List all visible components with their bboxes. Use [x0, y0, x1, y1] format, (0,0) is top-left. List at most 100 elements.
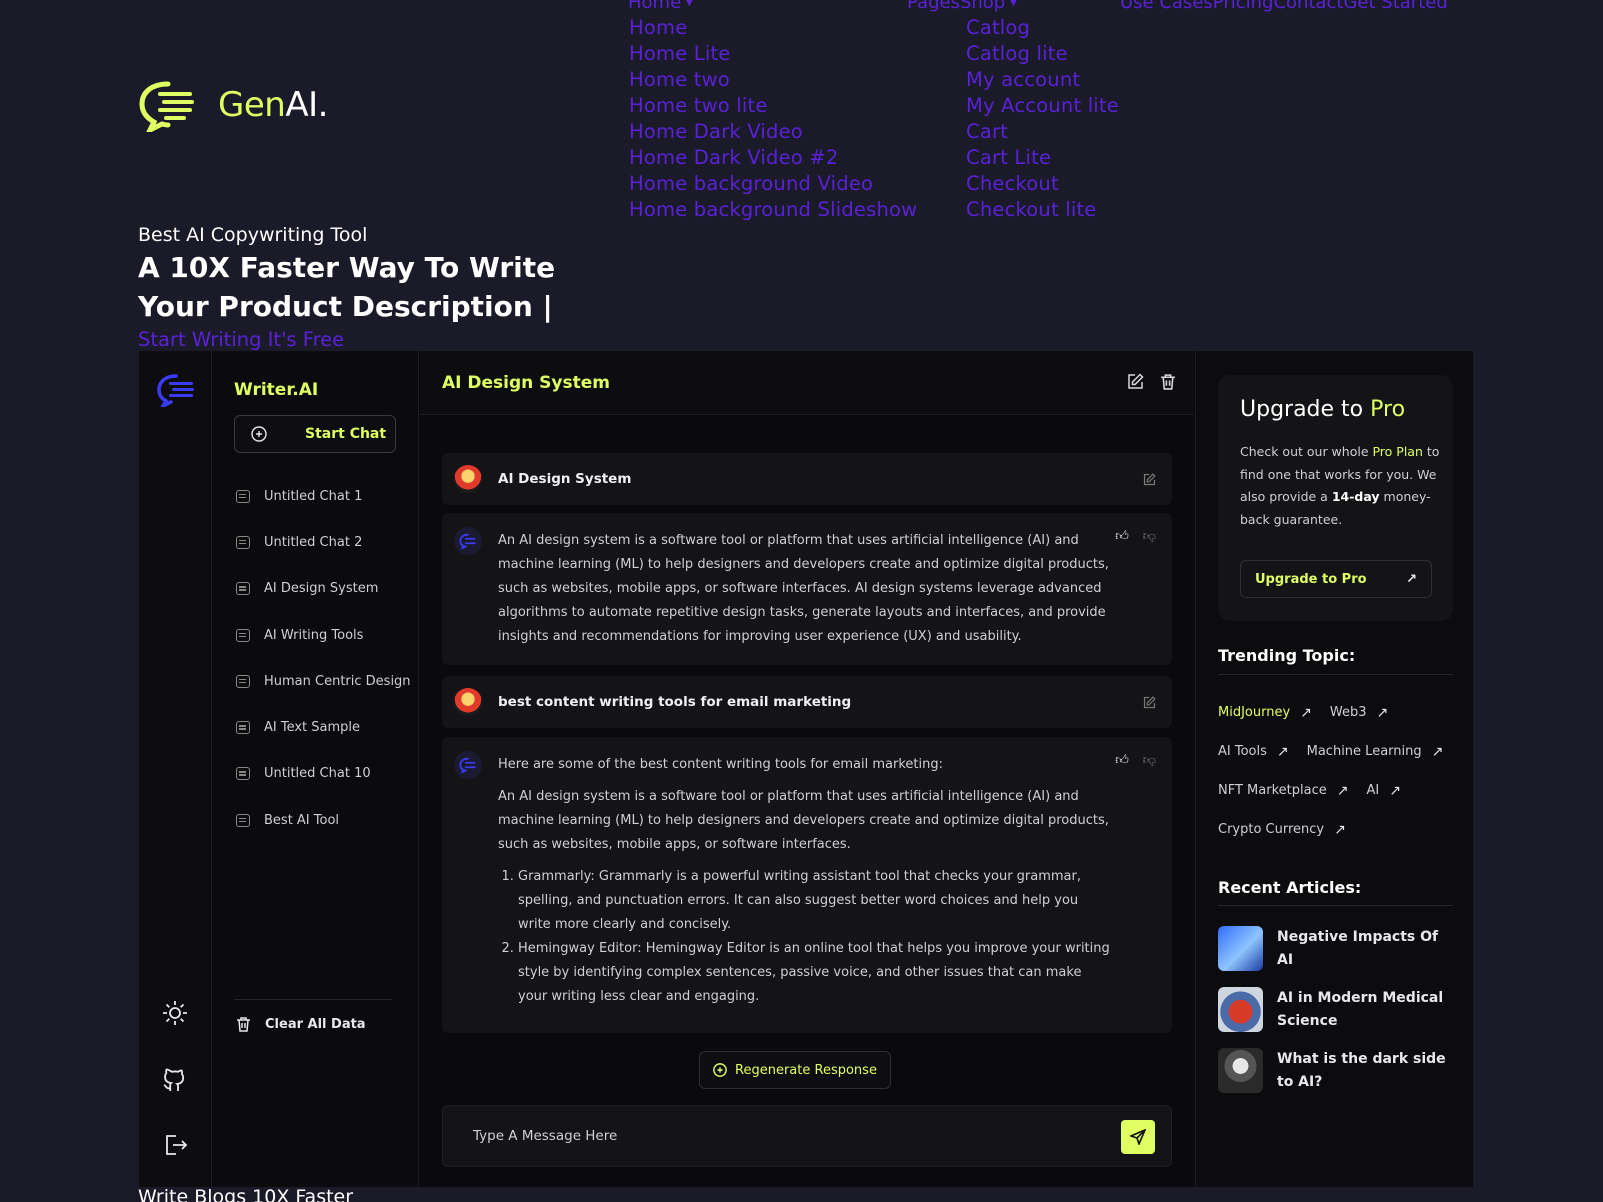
shop-menu-item[interactable]: My account [966, 67, 1119, 93]
trending-tag[interactable]: Machine Learning ↗ [1307, 744, 1444, 760]
bot-avatar [454, 527, 482, 555]
bot-avatar [454, 751, 482, 779]
shop-menu-item[interactable]: My Account lite [966, 93, 1119, 119]
home-menu-item[interactable]: Home Dark Video #2 [629, 145, 917, 171]
nav-right-links[interactable]: Use CasesPricingContactGet Started [1120, 0, 1448, 13]
trending-tag[interactable]: Web3 ↗ [1330, 705, 1388, 721]
home-menu-item[interactable]: Home two lite [629, 93, 917, 119]
thumbs-up-icon[interactable]: 👍︎ [1115, 529, 1129, 544]
upgrade-title: Upgrade to Pro [1240, 397, 1406, 422]
divider [234, 999, 392, 1000]
nav-pages-shop[interactable]: PagesShop ▼ [907, 0, 1018, 13]
article-item[interactable]: Negative Impacts Of AI [1218, 926, 1447, 971]
right-panel: Upgrade to Pro Check out our whole Pro P… [1195, 351, 1473, 1187]
article-thumbnail [1218, 987, 1263, 1032]
arrow-up-right-icon: ↗ [1406, 571, 1417, 587]
edit-icon[interactable] [1143, 695, 1156, 709]
trending-tag[interactable]: AI Tools ↗ [1218, 744, 1289, 760]
thumbs-down-icon[interactable]: 👎︎ [1143, 529, 1156, 544]
chat-title: AI Design System [442, 373, 610, 393]
logo-text: GenAI. [218, 85, 328, 125]
nav-home[interactable]: Home ▼ [628, 0, 694, 13]
start-writing-link[interactable]: Start Writing It's Free [138, 328, 344, 351]
start-chat-button[interactable]: Start Chat [234, 415, 396, 453]
regenerate-button[interactable]: Regenerate Response [699, 1051, 891, 1089]
trash-icon [237, 1017, 250, 1032]
chat-main: AI Design System AI Design System 👍︎ 👎︎ … [420, 351, 1194, 1187]
home-menu-item[interactable]: Home background Video [629, 171, 917, 197]
chat-sidebar: Writer.AI Start Chat Untitled Chat 1 Unti… [212, 351, 419, 1187]
shop-menu-item[interactable]: Cart [966, 119, 1119, 145]
shop-menu-item[interactable]: Cart Lite [966, 145, 1119, 171]
shop-menu-item[interactable]: Catlog [966, 15, 1119, 41]
chat-history-item[interactable]: Best AI Tool [236, 797, 411, 843]
trending-tag[interactable]: AI ↗ [1366, 783, 1400, 799]
logo-mark-icon[interactable] [156, 373, 196, 407]
trash-icon[interactable] [1160, 373, 1176, 390]
chevron-down-icon: ▼ [685, 0, 694, 8]
edit-icon[interactable] [1143, 472, 1156, 486]
divider [1218, 905, 1453, 906]
home-menu-item[interactable]: Home [629, 15, 917, 41]
chevron-down-icon: ▼ [1009, 0, 1018, 8]
chat-history-item[interactable]: AI Text Sample [236, 704, 411, 750]
arrow-up-right-icon: ↗ [1389, 782, 1401, 799]
chat-icon [236, 582, 250, 596]
shop-menu-item[interactable]: Checkout [966, 171, 1119, 197]
article-item[interactable]: What is the dark side to AI? [1218, 1048, 1447, 1093]
sun-icon[interactable] [161, 999, 189, 1027]
chat-history-item[interactable]: AI Design System [236, 566, 411, 612]
home-menu-item[interactable]: Home background Slideshow [629, 197, 917, 223]
site-logo[interactable]: GenAI. [138, 78, 328, 132]
chat-history-item[interactable]: AI Writing Tools [236, 612, 411, 658]
shop-menu-item[interactable]: Checkout lite [966, 197, 1119, 223]
app-brand: Writer.AI [234, 380, 319, 400]
upgrade-to-pro-button[interactable]: Upgrade to Pro ↗ [1240, 560, 1432, 598]
chat-history-item[interactable]: Untitled Chat 1 [236, 473, 411, 519]
chat-icon [236, 721, 250, 735]
chat-icon [236, 628, 250, 642]
arrow-up-right-icon: ↗ [1334, 821, 1346, 838]
github-icon[interactable] [161, 1065, 189, 1093]
article-item[interactable]: AI in Modern Medical Science [1218, 987, 1447, 1032]
section-heading: Write Blogs 10X Faster [138, 1186, 354, 1202]
chat-history-item[interactable]: Human Centric Design [236, 658, 411, 704]
answer-text: An AI design system is a software tool o… [498, 789, 1109, 852]
trending-tag[interactable]: MidJourney ↗ [1218, 705, 1312, 721]
user-message: AI Design System [442, 453, 1172, 505]
divider [1218, 674, 1453, 675]
shop-menu-item[interactable]: Catlog lite [966, 41, 1119, 67]
trending-tag[interactable]: NFT Marketplace ↗ [1218, 783, 1348, 799]
arrow-up-right-icon: ↗ [1336, 782, 1349, 799]
icon-rail [139, 351, 212, 1187]
clear-all-data-button[interactable]: Clear All Data [236, 1016, 366, 1032]
send-icon [1130, 1129, 1146, 1145]
thumbs-down-icon[interactable]: 👎︎ [1143, 753, 1156, 768]
app-preview: Writer.AI Start Chat Untitled Chat 1 Unti… [139, 351, 1473, 1187]
article-thumbnail [1218, 926, 1263, 971]
chat-history-item[interactable]: Untitled Chat 2 [236, 519, 411, 565]
home-menu-item[interactable]: Home Dark Video [629, 119, 917, 145]
assistant-message: 👍︎ 👎︎ Here are some of the best content … [442, 737, 1172, 1033]
assistant-message: 👍︎ 👎︎ An AI design system is a software … [442, 513, 1172, 665]
trending-tag[interactable]: Crypto Currency ↗ [1218, 822, 1346, 838]
arrow-up-right-icon: ↗ [1300, 704, 1312, 721]
logo-mark-icon [459, 757, 476, 773]
answer-list: Grammarly: Grammarly is a powerful writi… [498, 865, 1112, 1009]
thumbs-up-icon[interactable]: 👍︎ [1115, 753, 1129, 768]
home-menu-item[interactable]: Home two [629, 67, 917, 93]
logout-icon[interactable] [161, 1131, 189, 1159]
answer-list-item: Grammarly: Grammarly is a powerful writi… [518, 865, 1112, 937]
home-menu-item[interactable]: Home Lite [629, 41, 917, 67]
plus-circle-icon [713, 1063, 727, 1077]
chat-history-item[interactable]: Untitled Chat 10 [236, 751, 411, 797]
arrow-up-right-icon: ↗ [1431, 743, 1444, 760]
edit-icon[interactable] [1127, 373, 1144, 390]
chat-icon [236, 674, 250, 688]
send-button[interactable] [1121, 1120, 1155, 1154]
avatar [454, 688, 482, 716]
answer-list-item: Hemingway Editor: Hemingway Editor is an… [518, 937, 1112, 1009]
article-thumbnail [1218, 1048, 1263, 1093]
user-message: best content writing tools for email mar… [442, 676, 1172, 728]
message-input[interactable]: Type A Message Here [442, 1105, 1172, 1167]
